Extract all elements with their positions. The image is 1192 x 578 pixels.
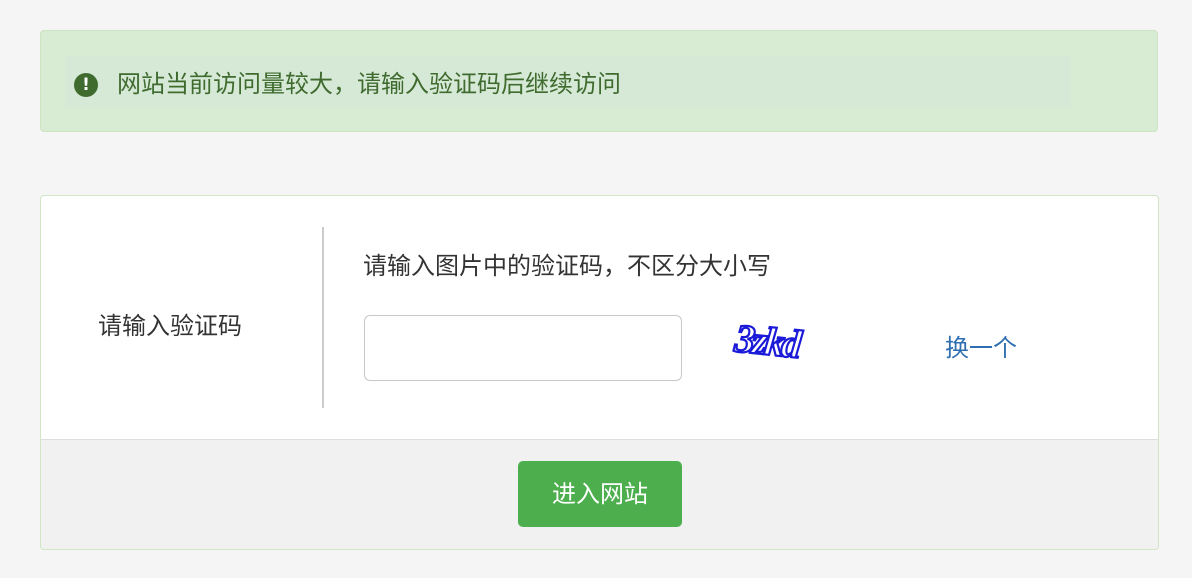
captcha-input[interactable] — [364, 315, 682, 381]
captcha-glyphs: 3zkd — [732, 316, 805, 367]
alert-banner: ! 网站当前访问量较大，请输入验证码后继续访问 — [40, 30, 1158, 132]
captcha-image[interactable]: 3zkd — [731, 316, 831, 368]
exclamation-circle-icon: ! — [74, 73, 98, 97]
captcha-label: 请输入验证码 — [98, 312, 242, 340]
captcha-hint: 请输入图片中的验证码，不区分大小写 — [363, 252, 771, 280]
captcha-panel: 请输入验证码 请输入图片中的验证码，不区分大小写 3zkd 换一个 进入网站 — [40, 195, 1159, 550]
alert-message: 网站当前访问量较大，请输入验证码后继续访问 — [117, 70, 621, 98]
enter-site-button[interactable]: 进入网站 — [518, 461, 682, 527]
panel-footer: 进入网站 — [41, 439, 1158, 549]
refresh-captcha-link[interactable]: 换一个 — [945, 330, 1017, 366]
vertical-divider — [322, 227, 324, 408]
